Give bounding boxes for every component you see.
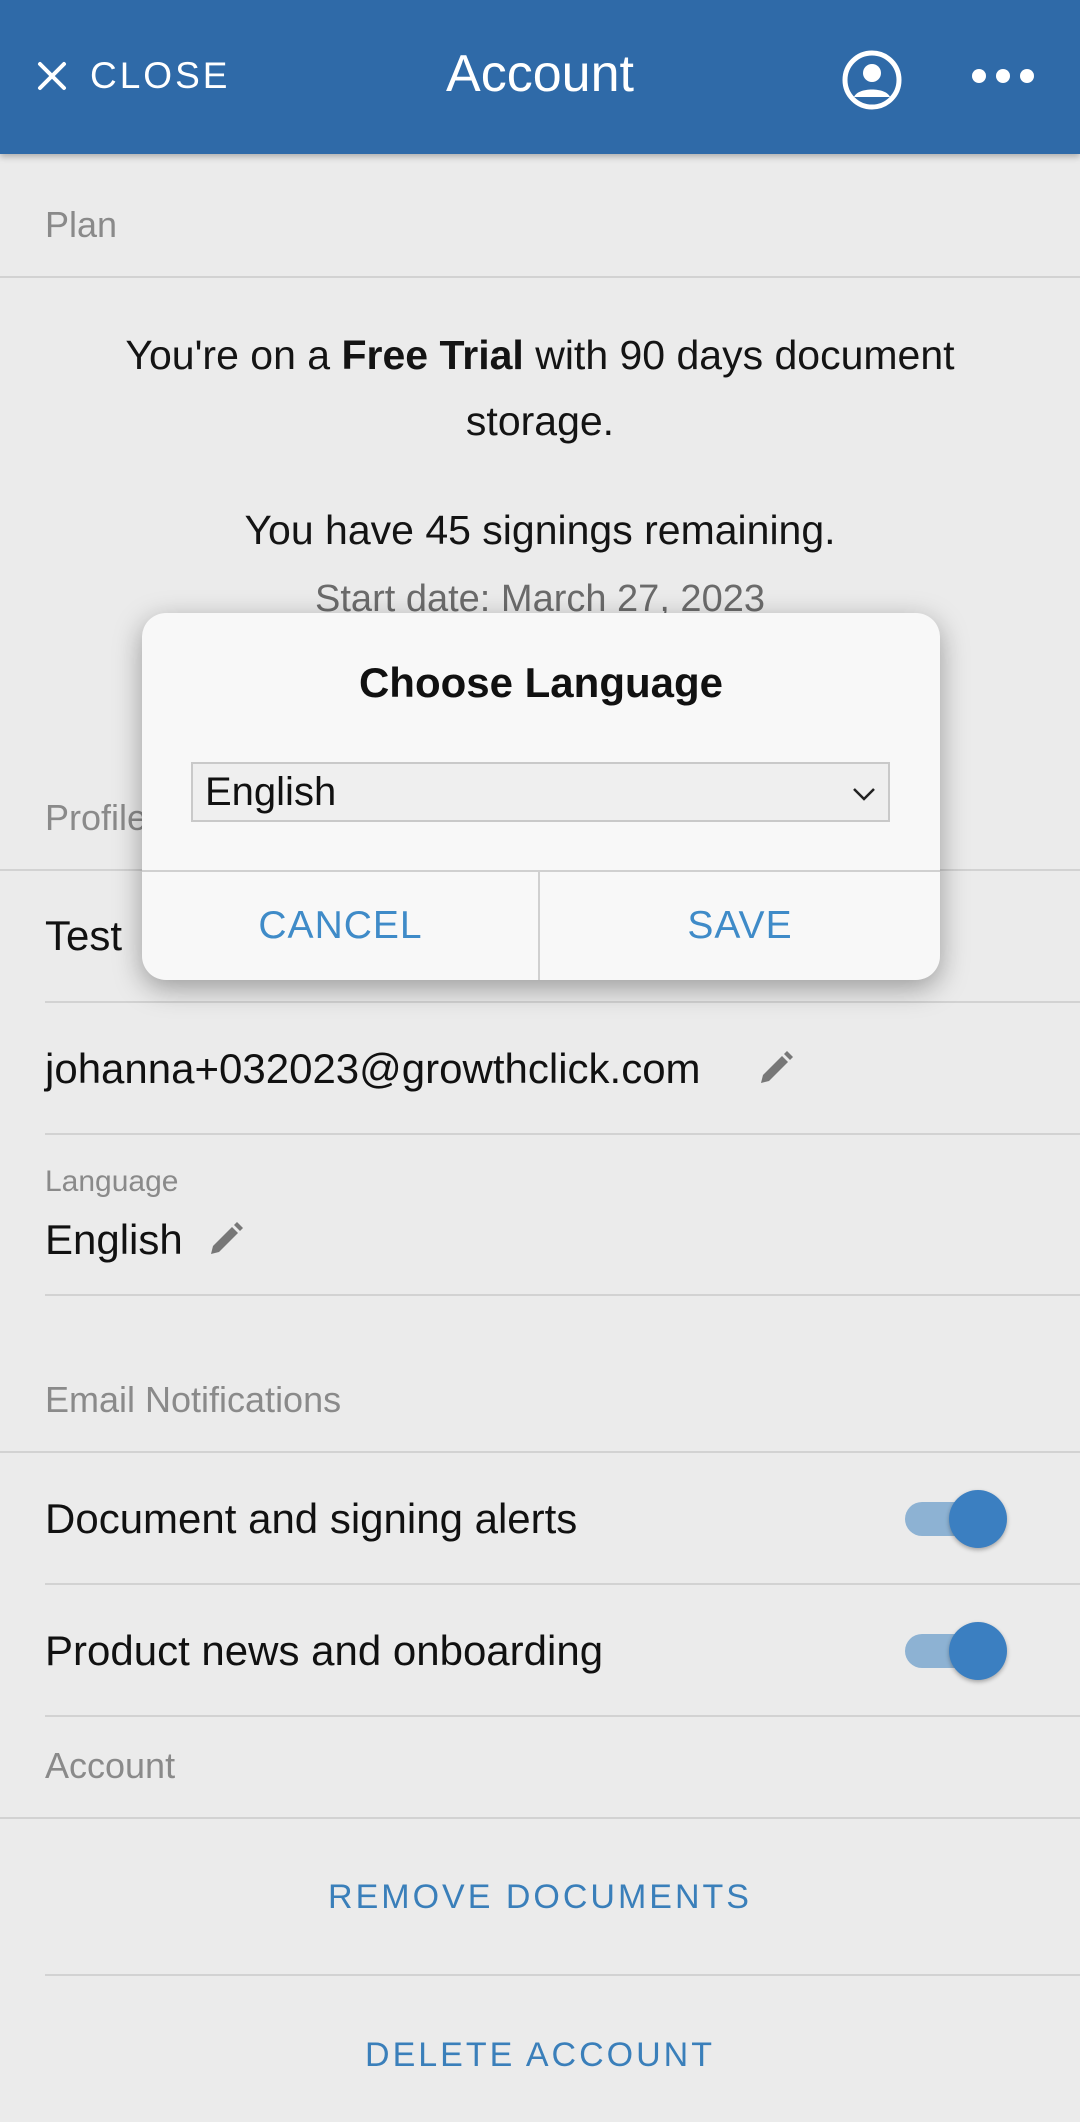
language-label: Language (45, 1165, 179, 1198)
toggle-knob (949, 1490, 1007, 1548)
divider (45, 1133, 1080, 1135)
toggle-knob (949, 1622, 1007, 1680)
language-select[interactable]: English (191, 762, 890, 822)
choose-language-dialog: Choose Language English CANCEL SAVE (142, 613, 940, 980)
account-circle-icon[interactable] (840, 48, 904, 112)
app-header: CLOSE Account (0, 0, 1080, 154)
dialog-title: Choose Language (358, 659, 724, 706)
chevron-down-icon (853, 788, 875, 801)
profile-name[interactable]: Test (45, 912, 122, 960)
document-alerts-label: Document and signing alerts (45, 1495, 578, 1542)
plan-text-prefix: You're on a (125, 332, 342, 378)
divider (45, 1294, 1080, 1296)
plan-section-label: Plan (45, 204, 118, 245)
language-select-value: English (205, 770, 337, 814)
divider (0, 276, 1080, 278)
product-news-toggle[interactable] (905, 1621, 1007, 1681)
edit-email-pencil-icon[interactable] (755, 1049, 795, 1089)
product-news-label: Product news and onboarding (45, 1627, 604, 1674)
plan-name: Free Trial (341, 332, 524, 378)
save-button[interactable]: SAVE (540, 871, 940, 980)
remove-documents-button[interactable]: REMOVE DOCUMENTS (0, 1878, 1080, 1917)
plan-text-suffix: with 90 days document storage. (465, 332, 955, 444)
divider (45, 1974, 1080, 1976)
language-value: English (45, 1216, 183, 1263)
more-horizontal-icon[interactable] (970, 56, 1036, 96)
document-alerts-toggle[interactable] (905, 1489, 1007, 1549)
edit-language-pencil-icon[interactable] (205, 1220, 245, 1260)
account-section-label: Account (45, 1745, 176, 1786)
plan-description: You're on a Free Trial with 90 days docu… (100, 322, 980, 454)
signings-remaining: You have 45 signings remaining. (244, 507, 836, 553)
cancel-button[interactable]: CANCEL (142, 871, 539, 980)
page-title: Account (446, 45, 634, 103)
email-notifications-section-label: Email Notifications (45, 1379, 342, 1420)
divider (45, 1583, 1080, 1585)
profile-email: johanna+032023@growthclick.com (45, 1045, 701, 1092)
divider (45, 1001, 1080, 1003)
divider (0, 1451, 1080, 1453)
divider (0, 1817, 1080, 1819)
account-screen: CLOSE Account Plan You're on a Free Tria… (0, 0, 1080, 2122)
divider (45, 1715, 1080, 1717)
delete-account-button[interactable]: DELETE ACCOUNT (0, 2036, 1080, 2075)
profile-section-label: Profile (45, 797, 148, 838)
